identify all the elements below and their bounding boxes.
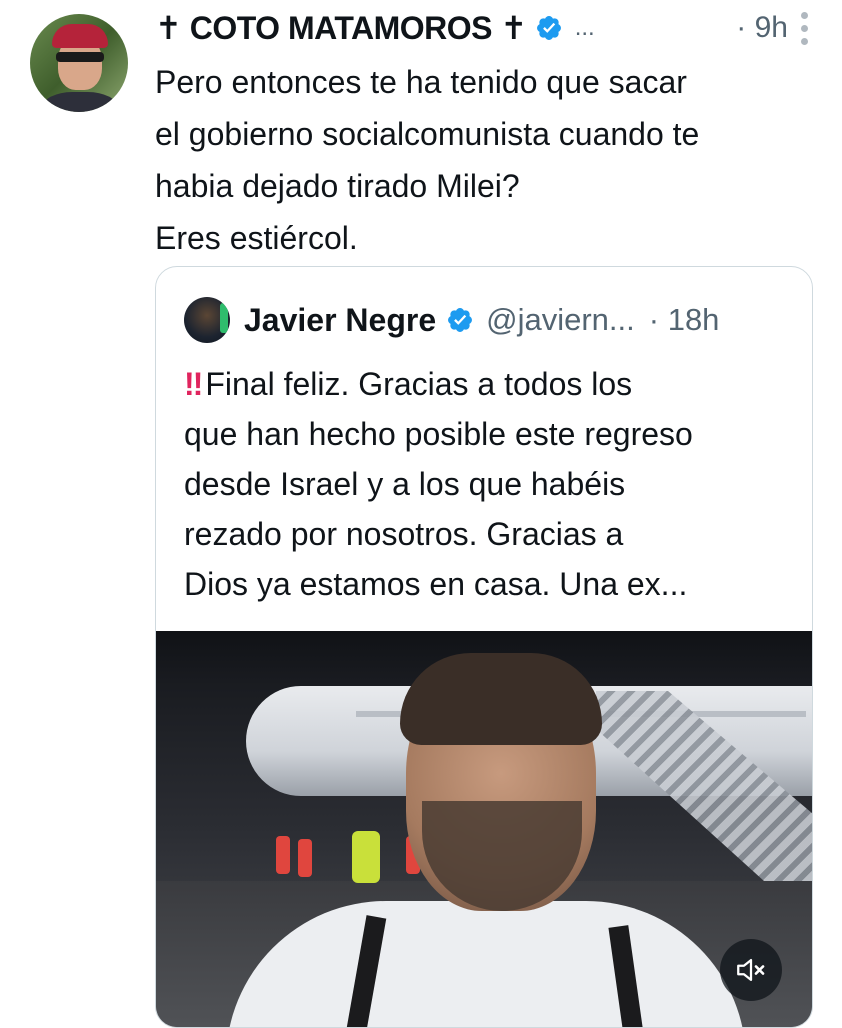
author-avatar[interactable]	[30, 14, 128, 112]
quoted-tweet-header: Javier Negre @javiern... · 18h	[184, 295, 788, 345]
verified-badge-icon	[448, 308, 473, 332]
ground-worker	[276, 836, 290, 874]
name-truncation: ...	[574, 14, 595, 41]
author-name[interactable]: ✝ COTO MATAMOROS ✝	[155, 9, 527, 47]
ground-worker	[298, 839, 312, 877]
more-options-icon[interactable]	[800, 12, 810, 48]
double-exclamation-emoji: ‼	[184, 366, 203, 402]
quoted-author-handle[interactable]: @javiern...	[486, 302, 635, 338]
person-hair	[400, 653, 602, 745]
ground-worker-vest	[352, 831, 380, 883]
quoted-tweet-time[interactable]: · 18h	[649, 302, 720, 338]
tweet-header: ✝ COTO MATAMOROS ✝ ... · 9h	[155, 6, 802, 50]
video-player[interactable]	[156, 631, 812, 1027]
speaker-muted-icon[interactable]	[720, 939, 782, 1001]
quoted-tweet-body: Final feliz. Gracias a todos los que han…	[184, 366, 693, 602]
tweet-time[interactable]: · 9h	[736, 11, 788, 45]
quoted-tweet[interactable]: Javier Negre @javiern... · 18h ‼ Final fe…	[155, 266, 813, 1028]
quoted-tweet-text: ‼ Final feliz. Gracias a todos los que ha…	[184, 359, 794, 609]
verified-badge-icon	[536, 16, 561, 40]
quoted-author-name[interactable]: Javier Negre	[244, 302, 436, 339]
tweet-text: Pero entonces te ha tenido que sacar el …	[155, 64, 700, 256]
quoted-author-avatar[interactable]	[184, 297, 230, 343]
